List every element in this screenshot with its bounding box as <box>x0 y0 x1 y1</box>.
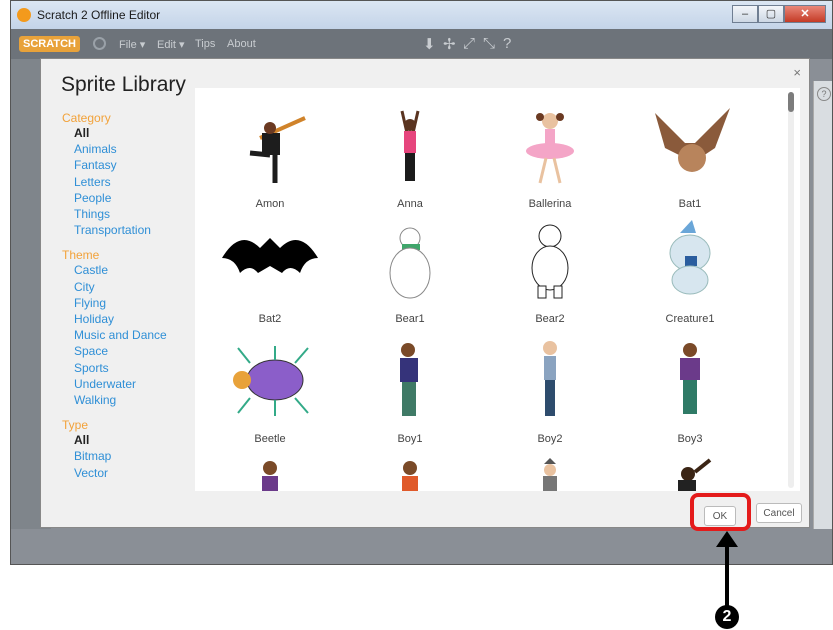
theme-item[interactable]: Music and Dance <box>74 327 197 343</box>
sprite-tile[interactable]: Bat1 <box>630 103 750 223</box>
boy3-sprite-image <box>680 343 700 414</box>
menu-tips[interactable]: Tips <box>195 38 215 50</box>
category-item[interactable]: Transportation <box>74 222 197 238</box>
sprite-name: Anna <box>397 198 423 210</box>
sprite-name: Bat2 <box>258 313 282 325</box>
sprite-tile[interactable]: Bear1 <box>350 218 470 338</box>
menu-edit[interactable]: Edit ▾ <box>157 38 185 51</box>
scratch-logo: SCRATCH <box>19 36 80 52</box>
window-controls: – ▢ ✕ <box>732 5 826 23</box>
theme-item[interactable]: Sports <box>74 360 197 376</box>
help-icon[interactable]: ? <box>817 87 831 101</box>
sprite-tile[interactable]: Boy1 <box>350 338 470 458</box>
boy1-sprite-image <box>400 343 418 416</box>
sprite-tile[interactable]: Anna <box>350 103 470 223</box>
bear1-sprite-image <box>389 227 431 299</box>
window-title: Scratch 2 Offline Editor <box>37 8 161 22</box>
sprite-image <box>678 458 712 491</box>
sprite-tile[interactable]: Bear2 <box>490 218 610 338</box>
sprite-tile[interactable] <box>630 458 750 491</box>
ballerina-sprite-image <box>526 113 574 184</box>
menu-file[interactable]: File ▾ <box>119 38 145 51</box>
sprite-name: Boy3 <box>677 433 703 445</box>
sprite-tile[interactable] <box>210 458 330 491</box>
sprite-name: Creature1 <box>665 313 715 325</box>
sprite-image <box>402 461 418 491</box>
theme-item[interactable]: Flying <box>74 295 197 311</box>
sprite-tile[interactable]: Amon <box>210 103 330 223</box>
sprite-grid: Amon Anna Ballerina Bat1 Bat2 Bear1 Bear… <box>195 88 800 491</box>
close-icon[interactable]: × <box>793 65 801 80</box>
type-heading: Type <box>62 418 89 433</box>
bat2-sprite-image <box>222 238 318 273</box>
category-item[interactable]: All <box>74 125 197 141</box>
minimize-button[interactable]: – <box>732 5 758 23</box>
title-bar: Scratch 2 Offline Editor – ▢ ✕ <box>11 1 832 30</box>
ok-highlight-box <box>690 493 751 531</box>
sprite-name: Ballerina <box>528 198 572 210</box>
theme-item[interactable]: Underwater <box>74 376 197 392</box>
category-item[interactable]: Things <box>74 206 197 222</box>
help-icon[interactable]: ? <box>503 35 511 52</box>
sprite-tile[interactable]: Boy2 <box>490 338 610 458</box>
sprite-pane-background <box>11 529 832 564</box>
sprite-tile[interactable]: Creature1 <box>630 218 750 338</box>
sprite-tile[interactable]: Beetle <box>210 338 330 458</box>
grow-icon[interactable]: ⤢ <box>463 35 475 52</box>
bat1-sprite-image <box>655 108 730 172</box>
sprite-tile[interactable] <box>490 458 610 491</box>
maximize-button[interactable]: ▢ <box>758 5 784 23</box>
theme-item[interactable]: City <box>74 279 197 295</box>
library-scrollbar[interactable] <box>788 92 794 488</box>
sprite-library-dialog: Sprite Library × Category All Animals Fa… <box>40 58 810 528</box>
globe-icon[interactable] <box>93 37 106 50</box>
category-heading: Category <box>62 111 111 125</box>
duplicate-icon[interactable]: ⬇ <box>423 35 436 53</box>
sprite-tile[interactable] <box>350 458 470 491</box>
theme-item[interactable]: Space <box>74 343 197 359</box>
creature1-sprite-image <box>669 220 711 295</box>
close-window-button[interactable]: ✕ <box>784 5 826 23</box>
sprite-image <box>543 458 557 491</box>
sprite-name: Beetle <box>254 433 286 445</box>
scrollbar-thumb[interactable] <box>788 92 794 112</box>
type-item[interactable]: Bitmap <box>74 448 197 464</box>
theme-item[interactable]: Castle <box>74 262 197 278</box>
step-number-badge: 2 <box>715 605 739 629</box>
theme-heading: Theme <box>62 248 100 263</box>
menu-about[interactable]: About <box>227 38 256 50</box>
sprite-tile[interactable]: Ballerina <box>490 103 610 223</box>
beetle-sprite-image <box>233 346 309 416</box>
theme-item[interactable]: Walking <box>74 392 197 408</box>
pointer-arrow-line <box>725 538 729 610</box>
anna-sprite-image <box>400 110 420 181</box>
sprite-tile[interactable]: Bat2 <box>210 218 330 338</box>
category-item[interactable]: People <box>74 190 197 206</box>
bear2-sprite-image <box>531 224 569 299</box>
scratch-cat-icon <box>17 8 31 22</box>
sprite-name: Amon <box>255 198 285 210</box>
type-item[interactable]: Vector <box>74 465 197 481</box>
cut-icon[interactable]: ✢ <box>443 35 456 53</box>
theme-item[interactable]: Holiday <box>74 311 197 327</box>
shrink-icon[interactable]: ⤡ <box>483 35 495 52</box>
sprite-tile[interactable]: Boy3 <box>630 338 750 458</box>
boy2-sprite-image <box>543 341 557 416</box>
menu-bar: SCRATCH File ▾ Edit ▾ Tips About ⬇ ✢ ⤢ ⤡… <box>11 29 832 59</box>
sprite-name: Boy2 <box>537 433 563 445</box>
sprite-image <box>262 461 278 491</box>
sprite-name: Bat1 <box>678 198 702 210</box>
filter-panel: Category All Animals Fantasy Letters Peo… <box>62 111 197 481</box>
sprite-name: Bear1 <box>395 313 425 325</box>
dialog-title: Sprite Library <box>61 73 186 96</box>
sprite-name: Bear2 <box>535 313 565 325</box>
cancel-button[interactable]: Cancel <box>756 503 802 523</box>
sprite-name: Boy1 <box>397 433 423 445</box>
scripts-area-background: ? <box>813 81 832 551</box>
category-item[interactable]: Fantasy <box>74 157 197 173</box>
type-item[interactable]: All <box>74 432 197 448</box>
category-item[interactable]: Animals <box>74 141 197 157</box>
category-item[interactable]: Letters <box>74 174 197 190</box>
amon-sprite-image <box>249 116 306 183</box>
